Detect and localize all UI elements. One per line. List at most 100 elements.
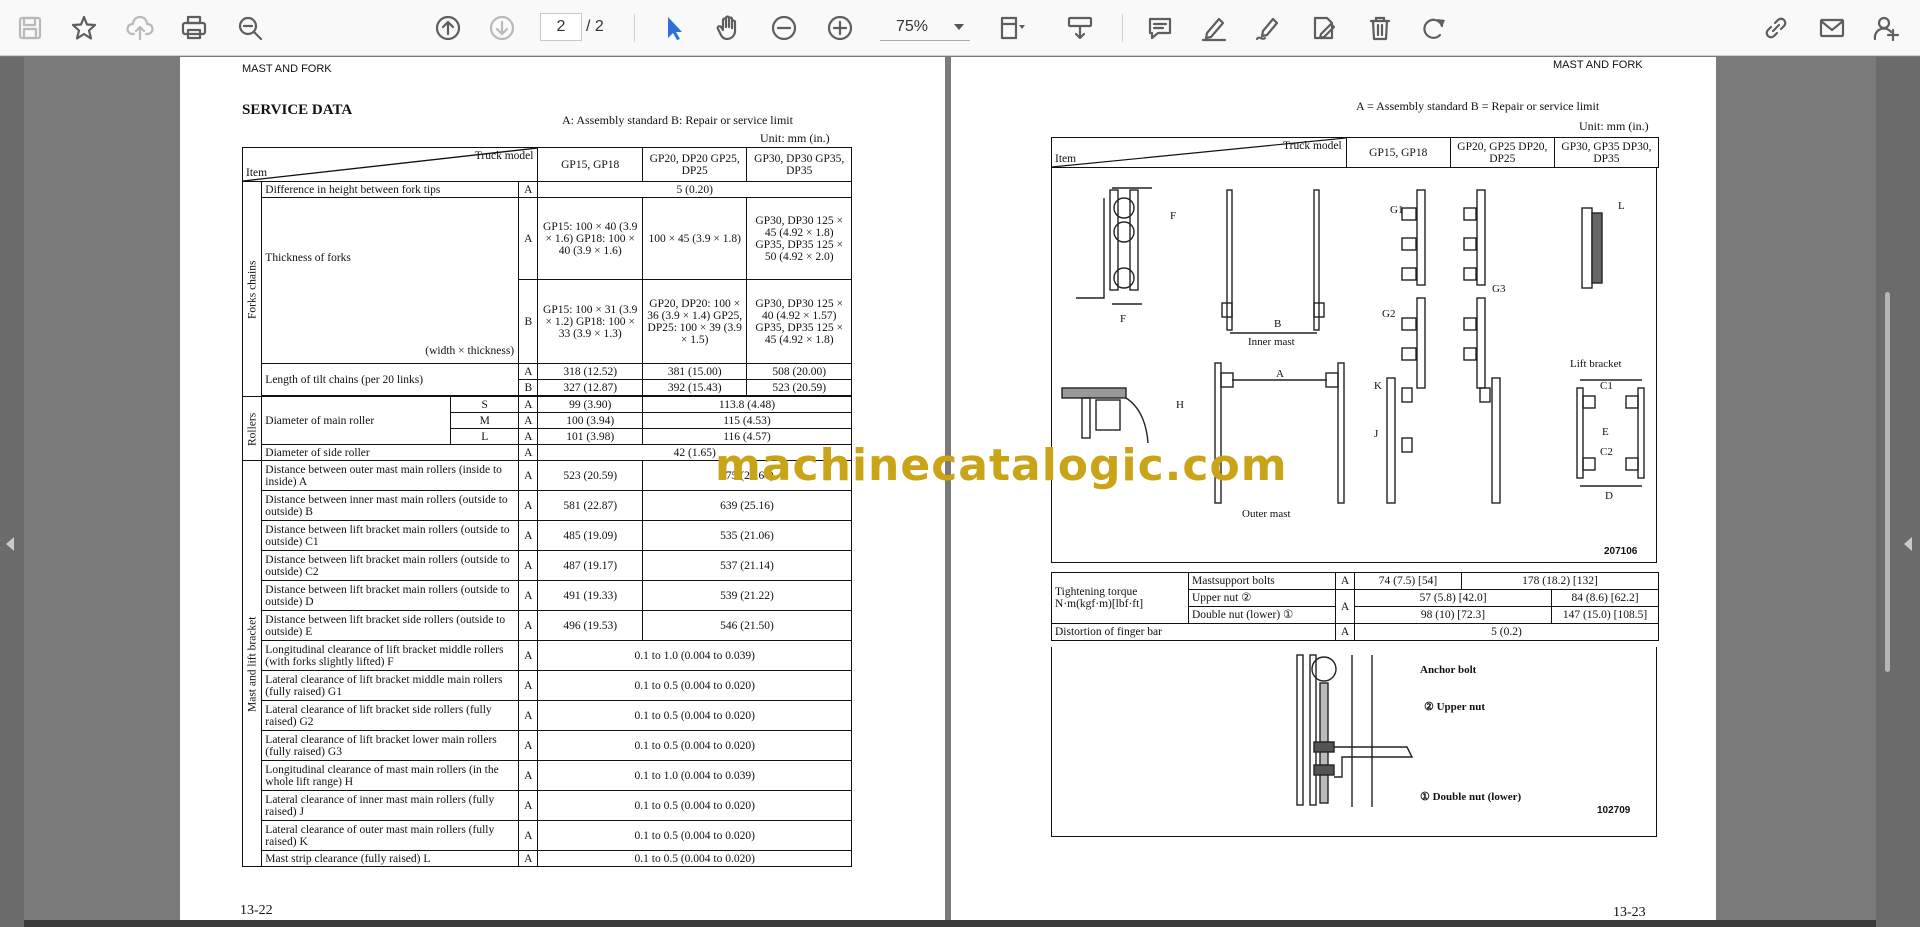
ab-cell: A (518, 363, 539, 380)
value-cell: 535 (21.06) (641, 520, 853, 551)
zoom-search-icon[interactable] (232, 10, 268, 46)
value-cell: 99 (3.90) (537, 396, 643, 413)
diagram-label: Inner mast (1248, 336, 1295, 348)
group-rollers: Rollers (242, 396, 262, 461)
page-number-input[interactable]: 2 (540, 13, 582, 41)
ab-cell: A (1335, 589, 1355, 624)
highlight-pen-icon[interactable] (1196, 10, 1232, 46)
cloud-upload-icon[interactable] (122, 10, 158, 46)
table-row: Length of tilt chains (per 20 links) (261, 363, 520, 396)
share-link-icon[interactable] (1758, 10, 1794, 46)
table-row: Longitudinal clearance of lift bracket m… (261, 640, 520, 671)
vertical-scrollbar[interactable] (1885, 292, 1890, 672)
col-gp30: GP30, GP35 DP30, DP35 (1553, 137, 1660, 168)
diagram-label: G1 (1390, 204, 1404, 216)
value-cell: 178 (18.2) [132] (1461, 572, 1659, 590)
value-cell: 57 (5.8) [42.0] (1354, 589, 1552, 607)
anchor-bolt-label: Anchor bolt (1420, 664, 1477, 676)
table-row: Lateral clearance of inner mast main rol… (261, 790, 520, 821)
table-row: Diameter of main roller (261, 396, 452, 445)
torque-item: Double nut (lower) ① (1188, 606, 1336, 624)
ab-cell: A (518, 490, 539, 521)
zoom-select[interactable]: 75% (880, 13, 970, 41)
value-cell: 147 (15.0) [108.5] (1551, 606, 1659, 624)
page-fit-icon[interactable] (994, 10, 1030, 46)
col-gp20: GP20, DP20 GP25, DP25 (641, 147, 748, 182)
delete-trash-icon[interactable] (1362, 10, 1398, 46)
page-number: 13-22 (240, 903, 273, 918)
scroll-mode-icon[interactable] (1062, 10, 1098, 46)
value-cell: GP15: 100 × 40 (3.9 × 1.6) GP18: 100 × 4… (537, 197, 643, 280)
print-icon[interactable] (176, 10, 212, 46)
save-icon[interactable] (12, 10, 48, 46)
ab-cell: B (518, 279, 539, 364)
ab-cell: A (518, 428, 539, 445)
value-cell: 546 (21.50) (641, 610, 853, 641)
value-cell: GP20, DP20: 100 × 36 (3.9 × 1.4) GP25, D… (641, 279, 748, 364)
diagram-label: G2 (1382, 308, 1396, 320)
diagram-label: F (1120, 313, 1127, 325)
next-page-icon[interactable] (484, 10, 520, 46)
ab-cell: A (518, 520, 539, 551)
value-cell: GP30, DP30 125 × 45 (4.92 × 1.8) GP35, D… (746, 197, 852, 280)
comment-icon[interactable] (1142, 10, 1178, 46)
edit-stamp-icon[interactable] (1306, 10, 1342, 46)
draw-signature-icon[interactable] (1250, 10, 1286, 46)
diagram-label: C2 (1600, 446, 1613, 458)
select-cursor-icon[interactable] (656, 10, 692, 46)
anchor-bolt-diagram: Anchor bolt ② Upper nut ① Double nut (lo… (1051, 647, 1657, 837)
left-panel-collapsed (0, 57, 24, 927)
ab-cell: B (518, 379, 539, 396)
value-cell: 487 (19.17) (537, 550, 643, 581)
diagram-label: J (1374, 428, 1379, 440)
hand-tool-icon[interactable] (710, 10, 746, 46)
email-icon[interactable] (1814, 10, 1850, 46)
table-row: Mast strip clearance (fully raised) L (261, 850, 520, 867)
value-cell: 581 (22.87) (537, 490, 643, 521)
table-row: Thickness of forks (265, 252, 351, 264)
torque-item: Upper nut ② (1188, 589, 1336, 607)
value-cell: GP15: 100 × 31 (3.9 × 1.2) GP18: 100 × 3… (537, 279, 643, 364)
col-gp30: GP30, DP30 GP35, DP35 (746, 147, 852, 182)
value-cell: 523 (20.59) (746, 379, 852, 396)
value-cell: 100 (3.94) (537, 412, 643, 429)
col-gp15: GP15, GP18 (537, 147, 643, 182)
zoom-out-icon[interactable] (766, 10, 802, 46)
diagram-label: B (1274, 318, 1282, 330)
ab-cell: A (518, 181, 539, 198)
figure-code: 102709 (1597, 805, 1631, 816)
table-row: Diameter of side roller (261, 444, 520, 461)
truck-model-header: Truck model (474, 150, 534, 162)
value-cell: 74 (7.5) [54] (1354, 572, 1462, 590)
previous-page-icon[interactable] (430, 10, 466, 46)
ab-cell: A (518, 790, 539, 821)
col-gp15: GP15, GP18 (1345, 137, 1451, 168)
value-cell: 101 (3.98) (537, 428, 643, 445)
toolbar-divider (634, 14, 635, 42)
value-cell: 0.1 to 0.5 (0.004 to 0.020) (537, 700, 852, 731)
table-row: Distance between inner mast main rollers… (261, 490, 520, 521)
bookmark-star-icon[interactable] (66, 10, 102, 46)
ab-cell: A (518, 670, 539, 701)
user-account-icon[interactable] (1868, 10, 1904, 46)
group-mast-lift-bracket: Mast and lift bracket (242, 460, 262, 867)
page-header: MAST AND FORK (242, 63, 332, 75)
ab-cell: A (518, 444, 539, 461)
table-row: Distance between lift bracket main rolle… (261, 520, 520, 551)
value-cell: 327 (12.87) (537, 379, 643, 396)
value-cell: 485 (19.09) (537, 520, 643, 551)
ab-cell: A (518, 412, 539, 429)
rotate-redo-icon[interactable] (1416, 10, 1452, 46)
value-cell: 508 (20.00) (746, 363, 852, 380)
ab-cell: A (518, 850, 539, 867)
expand-right-panel-icon[interactable] (1904, 537, 1912, 551)
page-header: MAST AND FORK (1553, 59, 1643, 71)
table-row: Distance between lift bracket side rolle… (261, 610, 520, 641)
ab-cell: A (518, 610, 539, 641)
ab-cell: A (518, 396, 539, 413)
expand-left-panel-icon[interactable] (6, 537, 14, 551)
value-cell: 100 × 45 (3.9 × 1.8) (641, 197, 748, 280)
zoom-in-icon[interactable] (822, 10, 858, 46)
value-cell: 539 (21.22) (641, 580, 853, 611)
value-cell: 496 (19.53) (537, 610, 643, 641)
